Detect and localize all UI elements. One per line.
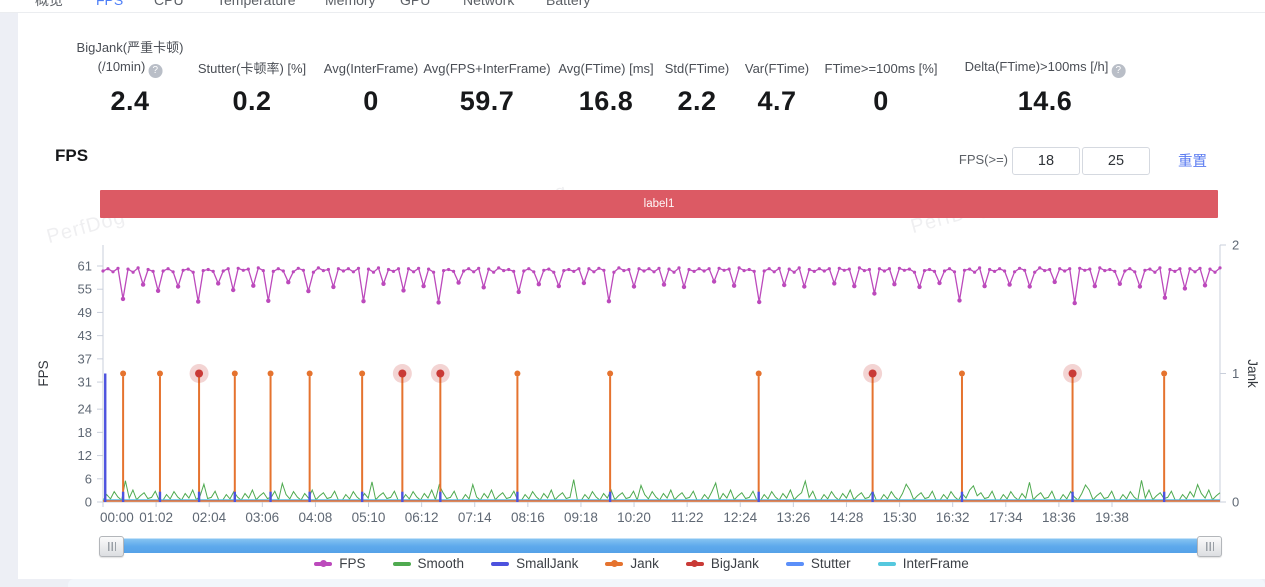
legend-marker [393,562,411,566]
chart-legend: FPS Smooth SmallJank Jank BigJank Stutter Inte… [18,556,1265,571]
stat-value: 14.6 [965,86,1126,117]
legend-item-bigjank[interactable]: BigJank [686,556,759,571]
stat-bigjank: BigJank(严重卡顿) (/10min)? 2.4 [77,34,184,117]
stat-label: Avg(InterFrame) [324,59,418,78]
stat-label: FTime>=100ms [%] [825,59,938,78]
legend-label: Smooth [418,556,465,571]
reset-button[interactable]: 重置 [1178,150,1207,171]
legend-marker-dot [691,560,698,567]
help-icon[interactable]: ? [1111,64,1125,78]
stat-value: 0.2 [198,86,306,117]
stat-value: 0 [324,86,418,117]
stat-value: 59.7 [423,86,550,117]
fps-threshold-label: FPS(>=) [938,152,1008,167]
legend-marker [314,562,332,566]
stat-avg-ftime: Avg(FTime) [ms] 16.8 [558,34,653,117]
stat-label-line1: BigJank(严重卡顿) [77,38,184,57]
stat-label: BigJank(严重卡顿) (/10min)? [77,34,184,78]
fps-threshold-max-input[interactable] [1082,147,1150,175]
stat-ftime-100ms: FTime>=100ms [%] 0 [825,34,938,117]
stat-avg-interframe: Avg(InterFrame) 0 [324,34,418,117]
legend-item-fps[interactable]: FPS [314,556,365,571]
stat-stutter: Stutter(卡顿率) [%] 0.2 [198,34,306,117]
legend-label: SmallJank [516,556,578,571]
stat-avg-fps-interframe: Avg(FPS+InterFrame) 59.7 [423,34,550,117]
legend-item-jank[interactable]: Jank [605,556,659,571]
grip-icon [108,542,116,551]
legend-label: BigJank [711,556,759,571]
chart-scrollbar-left-handle[interactable] [99,536,124,557]
chart-section-title: FPS [55,146,88,166]
tab-cpu[interactable]: CPU [154,0,184,8]
legend-item-smalljank[interactable]: SmallJank [491,556,578,571]
tab-memory[interactable]: Memory [325,0,376,8]
next-card-edge [68,579,1265,587]
legend-label: Jank [630,556,659,571]
stat-label: Avg(FPS+InterFrame) [423,59,550,78]
chart-scrollbar-right-handle[interactable] [1197,536,1222,557]
fps-threshold-min-input[interactable] [1012,147,1080,175]
stat-label: Std(FTime) [665,59,730,78]
legend-marker [491,562,509,566]
legend-marker-dot [320,560,327,567]
stat-label-line2: (/10min)? [98,57,163,78]
legend-marker [786,562,804,566]
legend-label: FPS [339,556,365,571]
stat-value: 2.2 [665,86,730,117]
legend-item-smooth[interactable]: Smooth [393,556,465,571]
legend-item-interframe[interactable]: InterFrame [878,556,969,571]
stat-delta-ftime: Delta(FTime)>100ms [/h]? 14.6 [965,34,1126,117]
grip-icon [1206,542,1214,551]
legend-label: InterFrame [903,556,969,571]
stat-var-ftime: Var(FTime) 4.7 [745,34,809,117]
stat-std-ftime: Std(FTime) 2.2 [665,34,730,117]
stat-label: Stutter(卡顿率) [%] [198,59,306,78]
legend-item-stutter[interactable]: Stutter [786,556,851,571]
label1-annotation-banner: label1 [100,190,1218,218]
legend-marker-dot [611,560,618,567]
stat-value: 4.7 [745,86,809,117]
stat-value: 0 [825,86,938,117]
stat-label: Var(FTime) [745,59,809,78]
legend-label: Stutter [811,556,851,571]
stat-value: 2.4 [77,86,184,117]
tab-overview[interactable]: 概览 [35,0,63,8]
legend-marker [605,562,623,566]
tab-battery[interactable]: Battery [546,0,590,8]
top-nav: 概览 FPS CPU Temperature Memory GPU Networ… [0,0,1265,13]
stat-label-line1: Delta(FTime)>100ms [/h]? [965,57,1126,78]
tab-network[interactable]: Network [463,0,514,8]
help-icon[interactable]: ? [148,64,162,78]
tab-temperature[interactable]: Temperature [217,0,296,8]
tab-fps[interactable]: FPS [96,0,123,8]
stat-value: 16.8 [558,86,653,117]
stat-label: Avg(FTime) [ms] [558,59,653,78]
chart-scrollbar-track[interactable] [121,538,1198,553]
tab-gpu[interactable]: GPU [400,0,430,8]
legend-marker [878,562,896,566]
legend-marker [686,562,704,566]
